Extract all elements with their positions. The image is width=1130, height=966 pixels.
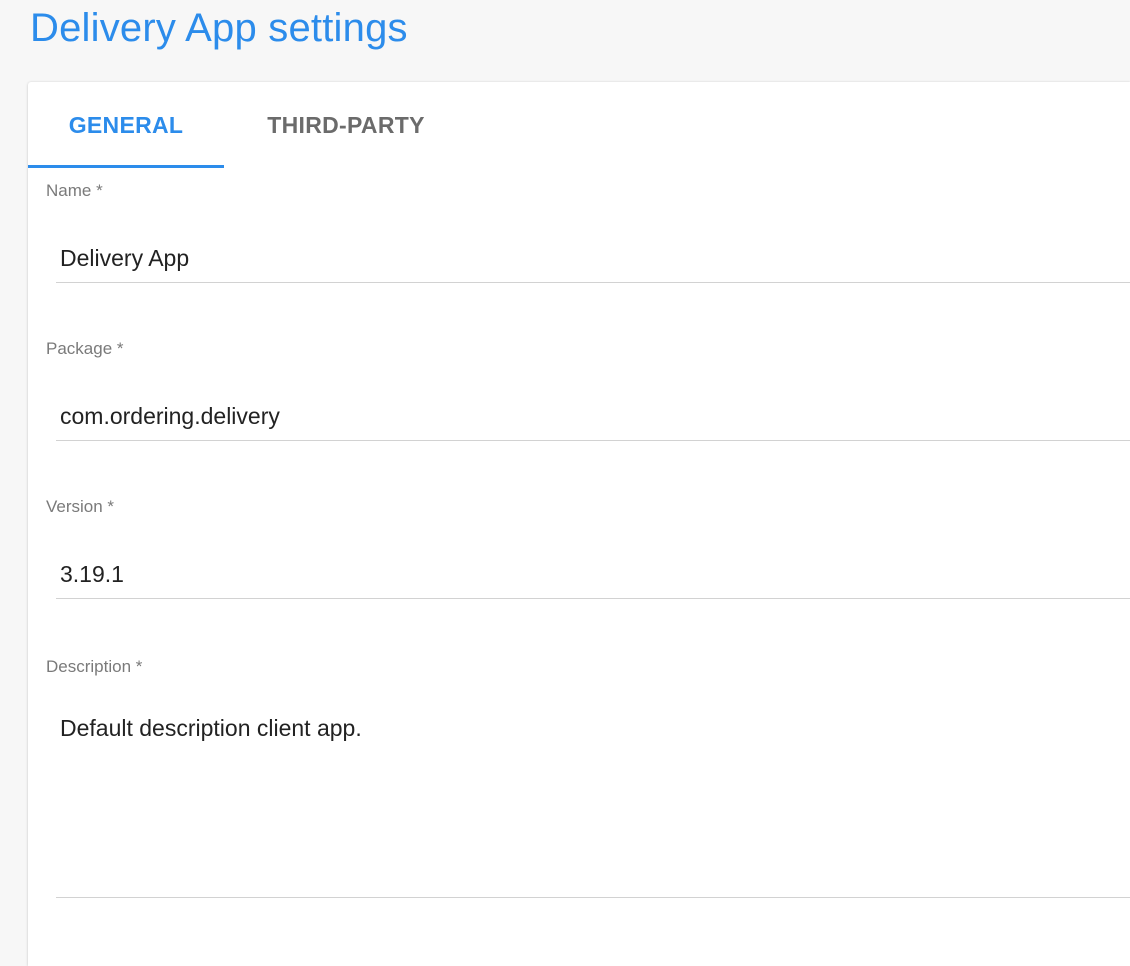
name-label: Name * [46, 181, 103, 200]
tab-general[interactable]: GENERAL [28, 82, 224, 168]
page-title: Delivery App settings [30, 6, 408, 50]
description-textarea[interactable]: Default description client app. [56, 697, 1130, 898]
package-label: Package * [46, 339, 124, 358]
version-label: Version * [46, 497, 115, 516]
description-label: Description * [46, 657, 143, 676]
version-field-group: Version * [46, 497, 1130, 601]
name-field-group: Name * [46, 181, 1130, 285]
settings-card: GENERAL THIRD-PARTY Name * Package * Ver… [28, 82, 1130, 966]
tab-third-party[interactable]: THIRD-PARTY [232, 82, 460, 168]
package-field-group: Package * [46, 339, 1130, 443]
package-input[interactable] [56, 393, 1130, 441]
description-field-group: Description * Default description client… [46, 657, 1130, 899]
tab-bar: GENERAL THIRD-PARTY [28, 82, 1130, 168]
name-input[interactable] [56, 235, 1130, 283]
version-input[interactable] [56, 551, 1130, 599]
